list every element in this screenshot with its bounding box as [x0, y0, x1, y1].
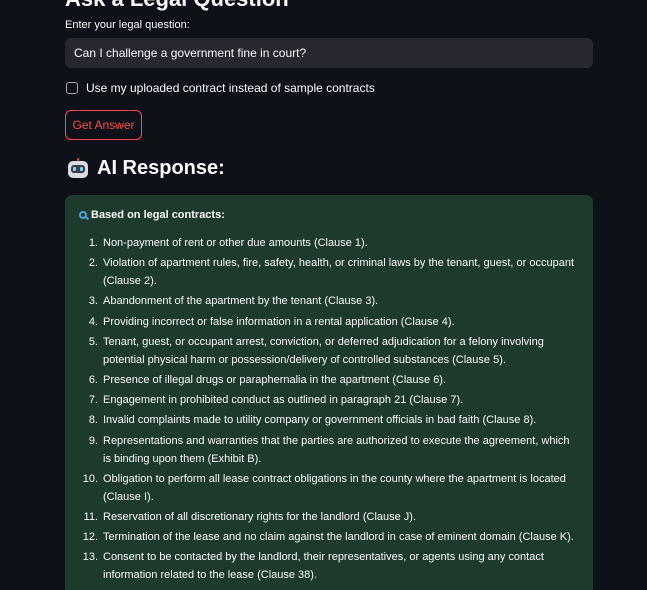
- question-label: Enter your legal question:: [65, 19, 190, 31]
- response-intro-text: Based on legal contracts:: [91, 209, 225, 221]
- list-item: 10. Obligation to perform all lease contr…: [82, 472, 566, 503]
- response-heading: AI Response:: [67, 157, 225, 180]
- response-box: Based on legal contracts: 1. Non-payment …: [65, 195, 593, 590]
- list-item: 3. Abandonment of the apartment by the te…: [88, 295, 379, 308]
- list-item: 5. Tenant, guest, or occupant arrest, con…: [88, 335, 544, 366]
- list-item: 11. Reservation of all discretionary righ…: [83, 510, 417, 523]
- robot-icon: [67, 157, 89, 180]
- list-item: 12. Termination of the lease and no claim…: [82, 531, 574, 544]
- magnifier-icon: [79, 211, 87, 219]
- use-uploaded-contract-checkbox[interactable]: [66, 82, 78, 94]
- list-item: 6. Presence of illegal drugs or paraphern…: [88, 373, 447, 386]
- list-item: 7. Engagement in prohibited conduct as ou…: [88, 394, 464, 407]
- list-item: 8. Invalid complaints made to utility com…: [88, 414, 537, 427]
- list-item: 2. Violation of apartment rules, fire, sa…: [88, 257, 575, 288]
- use-uploaded-contract-option[interactable]: Use my uploaded contract instead of samp…: [65, 81, 375, 95]
- page-title-text: Ask a Legal Question: [65, 0, 289, 11]
- use-uploaded-contract-label: Use my uploaded contract instead of samp…: [86, 81, 375, 95]
- list-item: 13. Consent to be contacted by the landlo…: [82, 551, 544, 582]
- get-answer-button[interactable]: Get Answer: [65, 110, 142, 140]
- list-item: 9. Representations and warranties that th…: [88, 434, 570, 465]
- page-title: Ask a Legal Question: [65, 0, 289, 12]
- response-intro: Based on legal contracts:: [79, 209, 579, 221]
- app-page: Ask a Legal Question Enter your legal qu…: [0, 0, 647, 590]
- list-item: 4. Providing incorrect or false informati…: [88, 315, 455, 328]
- list-item: 1. Non-payment of rent or other due amoun…: [88, 237, 368, 249]
- response-heading-text: AI Response:: [97, 157, 225, 179]
- response-list: 1. Non-payment of rent or other due amoun…: [79, 234, 579, 584]
- question-input[interactable]: [65, 38, 593, 68]
